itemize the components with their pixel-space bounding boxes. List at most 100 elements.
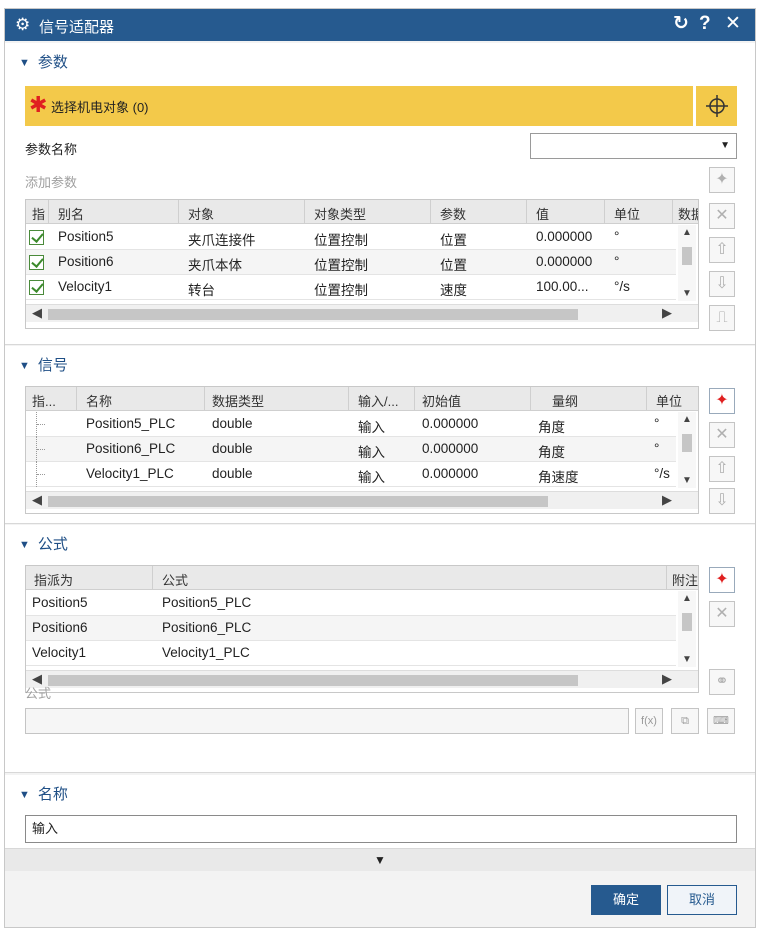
scroll-thumb[interactable] [48, 675, 578, 686]
vertical-scrollbar[interactable]: ▲ ▼ [678, 412, 696, 488]
col-header[interactable]: 参数 [440, 204, 466, 223]
scroll-thumb[interactable] [682, 247, 692, 265]
scroll-right-icon[interactable]: ▶ [662, 671, 672, 687]
col-header[interactable]: 附注 [672, 570, 698, 589]
value-cell: 100.00... [536, 279, 589, 294]
value-cell: 0.000000 [536, 229, 593, 244]
col-header[interactable]: 输入/... [358, 391, 412, 410]
waveform-icon: ⎍ [716, 309, 728, 326]
col-header[interactable]: 对象 [188, 204, 214, 223]
scroll-thumb[interactable] [682, 613, 692, 631]
target-select-button[interactable] [695, 86, 737, 126]
scroll-thumb[interactable] [48, 496, 548, 507]
parameters-header[interactable]: ▼ 参数 [19, 51, 68, 72]
link-button[interactable]: ⚭ [709, 669, 735, 695]
col-header[interactable]: 名称 [86, 391, 112, 410]
table-row[interactable]: Velocity1 转台 位置控制 速度 100.00... °/s [26, 275, 676, 300]
col-header[interactable]: 对象类型 [314, 204, 366, 223]
add-signal-button[interactable]: ✦ [709, 388, 735, 414]
col-header[interactable]: 指 [32, 204, 46, 223]
remove-button[interactable]: ✕ [709, 422, 735, 448]
col-header[interactable]: 值 [536, 204, 549, 223]
remove-button[interactable]: ✕ [709, 601, 735, 627]
horizontal-scrollbar[interactable]: ◀ ▶ [26, 304, 698, 322]
data-type-cell: double [212, 466, 253, 481]
col-header[interactable]: 初始值 [422, 391, 461, 410]
close-button[interactable]: ✕ [725, 13, 741, 35]
unit-cell: ° [614, 229, 620, 244]
col-header[interactable]: 公式 [162, 570, 188, 589]
row-checkbox[interactable] [29, 280, 44, 295]
scroll-down-icon[interactable]: ▼ [682, 654, 692, 665]
horizontal-scrollbar[interactable]: ◀ ▶ [26, 491, 698, 509]
col-header[interactable]: 量纲 [552, 391, 578, 410]
remove-button[interactable]: ✕ [709, 203, 735, 229]
object-type-cell: 位置控制 [314, 233, 368, 248]
close-icon: ✕ [715, 207, 729, 224]
table-row[interactable]: Velocity1 Velocity1_PLC [26, 641, 676, 666]
unit-cell: ° [654, 416, 660, 431]
col-header[interactable]: 别名 [58, 204, 84, 223]
unit-cell: °/s [614, 279, 630, 294]
table-row[interactable]: Position6 Position6_PLC [26, 616, 676, 641]
formulas-table: 指派为 公式 附注 Position5 Position5_PLC Positi… [25, 565, 699, 693]
col-header[interactable]: 数据 [678, 204, 698, 223]
scroll-right-icon[interactable]: ▶ [662, 492, 672, 508]
signals-header[interactable]: ▼ 信号 [19, 354, 68, 375]
dimension-cell: 角度 [538, 420, 565, 435]
scroll-up-icon[interactable]: ▲ [682, 414, 692, 425]
col-header[interactable]: 指... [32, 391, 68, 410]
move-down-button[interactable]: ⇩ [709, 488, 735, 514]
scroll-up-icon[interactable]: ▲ [682, 227, 692, 238]
scroll-down-icon[interactable]: ▼ [682, 288, 692, 299]
param-cell: 速度 [440, 283, 467, 298]
signal-graph-button[interactable]: ⎍ [709, 305, 735, 331]
table-row[interactable]: Position5_PLC double 输入 0.000000 角度 ° [26, 412, 676, 437]
name-input[interactable]: 输入 [25, 815, 737, 843]
scroll-right-icon[interactable]: ▶ [662, 305, 672, 321]
chevron-down-icon: ▼ [374, 853, 386, 867]
table-row[interactable]: Position5 夹爪连接件 位置控制 位置 0.000000 ° [26, 225, 676, 250]
col-header[interactable]: 单位 [614, 204, 640, 223]
col-header[interactable]: 数据类型 [212, 391, 264, 410]
assign-cell: Velocity1 [32, 645, 87, 660]
table-row[interactable]: Position6 夹爪本体 位置控制 位置 0.000000 ° [26, 250, 676, 275]
scroll-up-icon[interactable]: ▲ [682, 593, 692, 604]
add-formula-button[interactable]: ✦ [709, 567, 735, 593]
scroll-thumb[interactable] [682, 434, 692, 452]
horizontal-scrollbar[interactable]: ◀ ▶ [26, 670, 698, 688]
hierarchy-button[interactable]: ⧉ [671, 708, 699, 734]
reset-button[interactable]: ↻ [673, 13, 689, 35]
ok-button[interactable]: 确定 [591, 885, 661, 915]
help-button[interactable]: ? [699, 13, 711, 35]
scroll-thumb[interactable] [48, 309, 578, 320]
row-checkbox[interactable] [29, 255, 44, 270]
fx-button[interactable]: f(x) [635, 708, 663, 734]
vertical-scrollbar[interactable]: ▲ ▼ [678, 225, 696, 301]
cancel-button[interactable]: 取消 [667, 885, 737, 915]
scroll-left-icon[interactable]: ◀ [32, 492, 42, 508]
link-icon: ⚭ [715, 673, 729, 690]
param-name-dropdown[interactable]: ▼ [530, 133, 737, 159]
formula-input[interactable] [25, 708, 629, 734]
formulas-header[interactable]: ▼ 公式 [19, 533, 68, 554]
io-cell: 输入 [358, 420, 385, 435]
expand-more-button[interactable]: ▼ [5, 849, 755, 871]
vertical-scrollbar[interactable]: ▲ ▼ [678, 591, 696, 667]
select-object-bar[interactable]: ✱ 选择机电对象 (0) [25, 86, 693, 126]
formula-cell: Position5_PLC [162, 595, 252, 610]
table-row[interactable]: Position5 Position5_PLC [26, 591, 676, 616]
col-header[interactable]: 单位 [656, 391, 682, 410]
scroll-down-icon[interactable]: ▼ [682, 475, 692, 486]
move-up-button[interactable]: ⇧ [709, 237, 735, 263]
scroll-left-icon[interactable]: ◀ [32, 305, 42, 321]
table-row[interactable]: Velocity1_PLC double 输入 0.000000 角速度 °/s [26, 462, 676, 487]
add-param-button[interactable]: ✦ [709, 167, 735, 193]
move-up-button[interactable]: ⇧ [709, 456, 735, 482]
table-row[interactable]: Position6_PLC double 输入 0.000000 角度 ° [26, 437, 676, 462]
move-down-button[interactable]: ⇩ [709, 271, 735, 297]
formula-editor-button[interactable]: ⌨ [707, 708, 735, 734]
row-checkbox[interactable] [29, 230, 44, 245]
name-header[interactable]: ▼ 名称 [19, 783, 68, 804]
col-header[interactable]: 指派为 [34, 570, 73, 589]
